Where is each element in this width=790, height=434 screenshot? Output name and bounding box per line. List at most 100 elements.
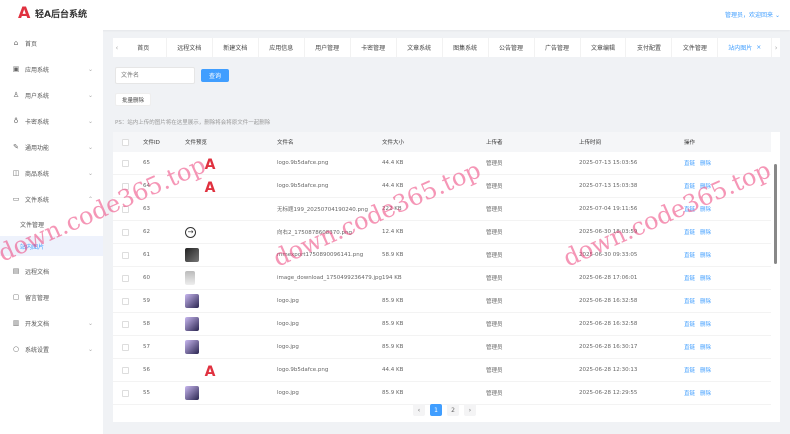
row-checkbox[interactable]: [122, 274, 129, 282]
row-checkbox[interactable]: [122, 389, 129, 397]
sidebar-item-label: 首页: [25, 40, 38, 48]
file-preview-thumbnail[interactable]: [185, 248, 199, 262]
row-checkbox[interactable]: [122, 182, 129, 190]
row-checkbox-cell[interactable]: [122, 152, 129, 174]
row-checkbox-cell[interactable]: [122, 198, 129, 220]
row-checkbox-cell[interactable]: [122, 382, 129, 404]
row-checkbox[interactable]: [122, 297, 129, 305]
row-checkbox[interactable]: [122, 205, 129, 213]
tab-item[interactable]: 新建文档: [213, 38, 259, 57]
file-preview-thumbnail[interactable]: A: [203, 364, 217, 380]
row-checkbox[interactable]: [122, 343, 129, 351]
sidebar-item[interactable]: ♙ 用户系统 ⌄: [0, 85, 103, 105]
delete-button[interactable]: 删除: [700, 182, 711, 190]
tab-item[interactable]: 文件管理: [672, 38, 719, 57]
book-icon: ▥: [12, 319, 20, 327]
page-button[interactable]: 1: [430, 404, 442, 416]
sidebar-item[interactable]: ▥ 开发文档 ⌄: [0, 313, 103, 333]
direct-link-button[interactable]: 直链: [684, 320, 695, 328]
row-checkbox-cell[interactable]: [122, 175, 129, 197]
close-icon[interactable]: ×: [756, 44, 761, 51]
row-checkbox[interactable]: [122, 320, 129, 328]
scrollbar-thumb[interactable]: [774, 164, 777, 264]
row-checkbox[interactable]: [122, 228, 129, 236]
cell-uploader: 管理员: [486, 345, 503, 351]
delete-button[interactable]: 删除: [700, 389, 711, 397]
tab-item[interactable]: 卡密管理: [351, 38, 397, 57]
row-checkbox[interactable]: [122, 251, 129, 259]
tab-item[interactable]: 首页: [121, 38, 167, 57]
select-all-checkbox[interactable]: [122, 138, 129, 146]
direct-link-button[interactable]: 直链: [684, 343, 695, 351]
direct-link-button[interactable]: 直链: [684, 389, 695, 397]
query-button[interactable]: 查询: [201, 69, 229, 82]
delete-button[interactable]: 删除: [700, 159, 711, 167]
tab-item[interactable]: 应用信息: [259, 38, 305, 57]
row-checkbox-cell[interactable]: [122, 244, 129, 266]
logo[interactable]: A 轻A后台系统: [18, 5, 87, 21]
file-preview-thumbnail[interactable]: [185, 271, 195, 285]
file-preview-thumbnail[interactable]: [185, 294, 199, 308]
direct-link-button[interactable]: 直链: [684, 228, 695, 236]
batch-delete-button[interactable]: 批量删除: [115, 93, 151, 106]
row-checkbox-cell[interactable]: [122, 290, 129, 312]
direct-link-button[interactable]: 直链: [684, 297, 695, 305]
sidebar-item[interactable]: ▤ 远程文档: [0, 261, 103, 281]
tab-item[interactable]: 图集系统: [443, 38, 489, 57]
delete-button[interactable]: 删除: [700, 251, 711, 259]
direct-link-button[interactable]: 直链: [684, 251, 695, 259]
file-preview-thumbnail[interactable]: [185, 386, 199, 400]
next-page-button[interactable]: ›: [464, 404, 476, 416]
direct-link-button[interactable]: 直链: [684, 274, 695, 282]
sidebar-item[interactable]: ▭ 文件系统 ⌃: [0, 189, 103, 209]
prev-page-button[interactable]: ‹: [413, 404, 425, 416]
sidebar-item[interactable]: ✎ 通用功能 ⌄: [0, 137, 103, 157]
delete-button[interactable]: 删除: [700, 205, 711, 213]
select-all-checkbox-cell[interactable]: [122, 132, 129, 152]
sidebar-item[interactable]: ⌂ 首页: [0, 33, 103, 53]
direct-link-button[interactable]: 直链: [684, 366, 695, 374]
page-button[interactable]: 2: [447, 404, 459, 416]
tab-item[interactable]: 文章编辑: [581, 38, 627, 57]
row-checkbox-cell[interactable]: [122, 336, 129, 358]
delete-button[interactable]: 删除: [700, 320, 711, 328]
delete-button[interactable]: 删除: [700, 297, 711, 305]
delete-button[interactable]: 删除: [700, 343, 711, 351]
delete-button[interactable]: 删除: [700, 228, 711, 236]
tab-item[interactable]: 广告管理: [535, 38, 581, 57]
delete-button[interactable]: 删除: [700, 274, 711, 282]
user-menu[interactable]: 管理员，欢迎回来 ⌄: [725, 10, 780, 19]
row-checkbox-cell[interactable]: [122, 359, 129, 381]
tab-item[interactable]: 站内图片 ×: [718, 38, 773, 57]
tab-item[interactable]: 公告管理: [489, 38, 535, 57]
sidebar-item[interactable]: ♁ 卡密系统 ⌄: [0, 111, 103, 131]
sidebar-item[interactable]: ◫ 商品系统 ⌄: [0, 163, 103, 183]
sidebar-item[interactable]: ▣ 应用系统 ⌄: [0, 59, 103, 79]
sidebar-item[interactable]: 站内图片: [0, 236, 103, 256]
tab-scroll-right-icon[interactable]: ›: [772, 44, 780, 52]
cell-size: 85.9 KB: [382, 390, 404, 396]
direct-link-button[interactable]: 直链: [684, 205, 695, 213]
file-preview-thumbnail[interactable]: A: [203, 157, 217, 173]
file-preview-thumbnail[interactable]: →: [185, 226, 196, 238]
delete-button[interactable]: 删除: [700, 366, 711, 374]
file-preview-thumbnail[interactable]: A: [203, 180, 217, 196]
row-checkbox-cell[interactable]: [122, 221, 129, 243]
sidebar-item[interactable]: ▢ 留言管理: [0, 287, 103, 307]
filename-search-input[interactable]: [115, 67, 195, 84]
tab-item[interactable]: 远程文档: [167, 38, 213, 57]
tab-item[interactable]: 文章系统: [397, 38, 443, 57]
sidebar-item[interactable]: 文件管理: [0, 214, 103, 234]
direct-link-button[interactable]: 直链: [684, 182, 695, 190]
tab-item[interactable]: 用户管理: [305, 38, 351, 57]
sidebar-item[interactable]: ○ 系统设置 ⌄: [0, 339, 103, 359]
tab-scroll-left-icon[interactable]: ‹: [113, 44, 121, 52]
tab-item[interactable]: 支付配置: [626, 38, 673, 57]
row-checkbox[interactable]: [122, 366, 129, 374]
row-checkbox[interactable]: [122, 159, 129, 167]
row-checkbox-cell[interactable]: [122, 313, 129, 335]
row-checkbox-cell[interactable]: [122, 267, 129, 289]
file-preview-thumbnail[interactable]: [185, 317, 199, 331]
direct-link-button[interactable]: 直链: [684, 159, 695, 167]
file-preview-thumbnail[interactable]: [185, 340, 199, 354]
